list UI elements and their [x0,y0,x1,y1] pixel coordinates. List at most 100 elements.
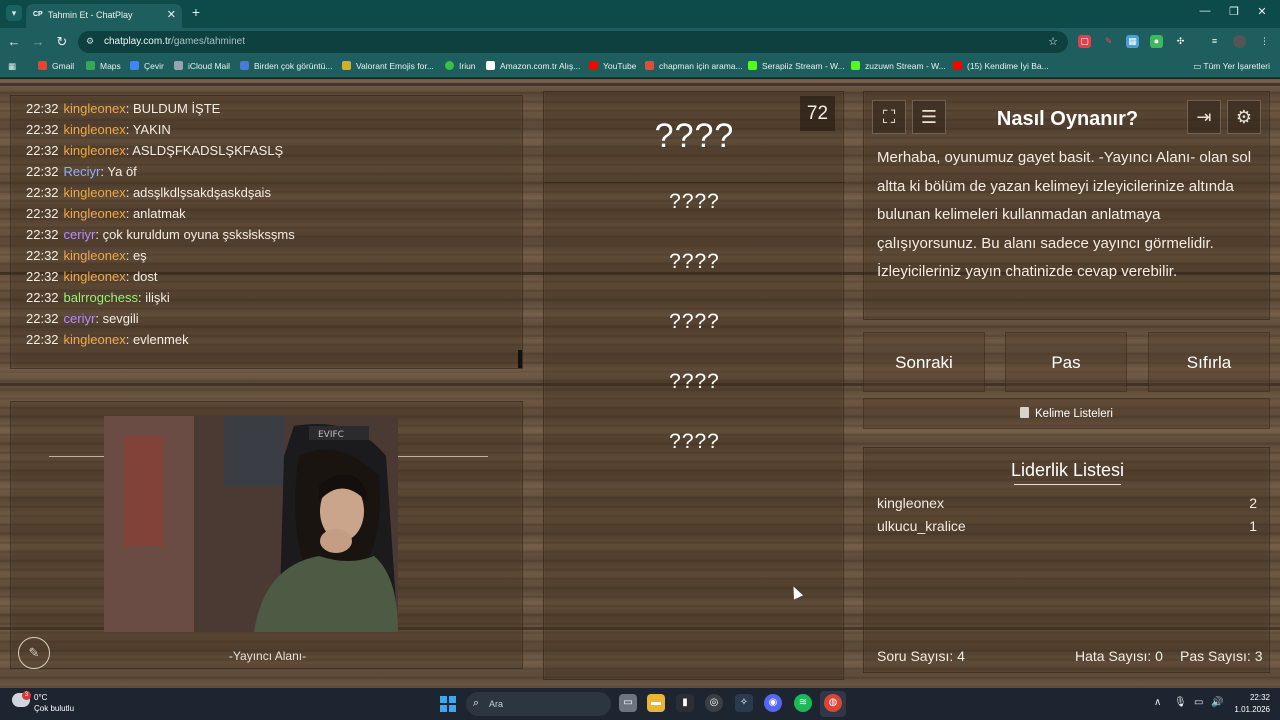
word-lists-button[interactable]: Kelime Listeleri [863,398,1270,429]
streamer-area-panel: EVIFC ✎ -Yayıncı Alanı- [10,401,523,669]
settings-gear-icon[interactable]: ⚙ [1227,100,1261,134]
bookmark-star-icon[interactable]: ☆ [1048,35,1058,48]
task-view-icon[interactable]: ▭ [619,694,637,712]
bookmark-maps[interactable]: Maps [86,61,121,75]
spotify-icon[interactable]: ≋ [794,694,812,712]
bookmark-iriun[interactable]: Iriun [445,61,476,75]
toolbar: ← → ↻ ⚙ chatplay.com.tr/games/tahminet ☆… [0,28,1280,56]
bookmark-translate[interactable]: Çevir [130,61,164,75]
apple-icon [174,61,183,70]
menu-dots-icon[interactable]: ⋮ [1258,35,1271,48]
extension-green-icon[interactable]: ● [1150,35,1163,48]
search-icon: ⌕ [473,697,480,709]
tab-strip: ▾ CP Tahmin Et - ChatPlay ✕ + — ❐ ✕ [0,0,1280,28]
obs-icon[interactable]: ◎ [705,694,723,712]
chrome-icon[interactable]: ◍ [824,694,842,712]
tray-chevron-icon[interactable]: ∧ [1154,697,1161,708]
windows-start-icon[interactable] [440,696,456,712]
next-button[interactable]: Sonraki [863,332,985,392]
steam-icon[interactable]: ✧ [735,694,753,712]
reset-button[interactable]: Sıfırla [1148,332,1270,392]
file-explorer-icon[interactable]: ▬ [647,694,665,712]
chat-message: 22:32 Reciyr: Ya öf [26,164,137,179]
divider-line [398,456,488,457]
iriun-icon [445,61,454,70]
leaderboard-panel: Liderlik Listesi kingleonex 2 ulkucu_kra… [863,447,1270,673]
extensions-puzzle-icon[interactable]: ✣ [1174,35,1187,48]
bookmark-youtube-video[interactable]: (15) Kendime İyi Ba... [953,61,1049,75]
chat-message: 22:32 kingleonex: anlatmak [26,206,186,221]
bookmark-serapiiz[interactable]: Serapiiz Stream - W... [748,61,845,75]
tab-search-icon[interactable]: ▾ [6,5,22,21]
chat-message: 22:32 kingleonex: adsşlkdlşsakdşaskdşais [26,185,271,200]
svg-text:EVIFC: EVIFC [318,430,344,440]
extension-grid-icon[interactable]: ▦ [1126,35,1139,48]
how-to-play-panel: ⛶ ☰ Nasıl Oynanır? ⇥ ⚙ Merhaba, oyunumuz… [863,91,1270,320]
back-icon[interactable]: ← [6,34,22,50]
media-icon[interactable]: ≡ [1208,35,1221,48]
translate-icon [130,61,139,70]
restore-icon[interactable]: ❐ [1224,5,1244,18]
audio-app-icon[interactable]: ▮ [676,694,694,712]
network-icon[interactable]: ▭ [1194,697,1203,708]
player-score: 2 [1249,495,1257,511]
bookmark-icloud[interactable]: iCloud Mail [174,61,230,75]
bookmark-chapman[interactable]: chapman için arama... [645,61,743,75]
search-placeholder: Ara [489,699,504,709]
gmail-icon [38,61,47,70]
volume-icon[interactable]: 🔊 [1211,697,1223,708]
profile-avatar[interactable] [1233,35,1246,48]
valorant-icon [342,61,351,70]
error-count: Hata Sayısı: 0 [1075,648,1163,664]
player-name: kingleonex [877,495,944,511]
forward-icon[interactable]: → [30,34,46,50]
window-close-icon[interactable]: ✕ [1252,5,1272,18]
chat-message: 22:32 kingleonex: dost [26,269,158,284]
bookmark-youtube[interactable]: YouTube [589,61,636,75]
forbidden-word: ???? [669,430,720,453]
pass-button[interactable]: Pas [1005,332,1127,392]
multi-view-icon [240,61,249,70]
tab-close-icon[interactable]: ✕ [167,8,176,21]
site-info-icon[interactable]: ⚙ [86,36,98,48]
minimize-icon[interactable]: — [1195,5,1215,17]
clock-date[interactable]: 1.01.2026 [1234,705,1270,714]
bookmark-valorant[interactable]: Valorant Emojis for... [342,61,434,75]
forbidden-word: ???? [669,310,720,333]
extension-pin-icon[interactable]: ✎ [1102,35,1115,48]
weather-description[interactable]: Çok bulutlu [34,704,74,713]
question-count: Soru Sayısı: 4 [877,648,965,664]
amazon-icon [486,61,495,70]
reload-icon[interactable]: ↻ [54,34,70,50]
player-score: 1 [1249,518,1257,534]
address-bar[interactable]: ⚙ chatplay.com.tr/games/tahminet ☆ [78,31,1068,53]
microphone-icon[interactable]: 🎙 [1174,697,1187,708]
chat-scrollbar[interactable] [518,350,522,368]
bookmark-amazon[interactable]: Amazon.com.tr Alış... [486,61,580,75]
tab-active[interactable]: CP Tahmin Et - ChatPlay ✕ [26,4,182,28]
bookmark-multi-view[interactable]: Birden çok görüntü... [240,61,332,75]
player-name: ulkucu_kralice [877,518,966,534]
bookmark-zuzuwn[interactable]: zuzuwn Stream - W... [851,61,946,75]
all-bookmarks[interactable]: ▭ Tüm Yer İşaretleri [1193,61,1270,72]
maps-icon [86,61,95,70]
notification-badge: 3 [22,691,31,700]
taskbar-search[interactable]: ⌕ Ara [466,692,611,716]
streamer-area-label: -Yayıncı Alanı- [228,649,307,663]
chat-message: 22:32 balrrogchess: ilişki [26,290,170,305]
clock-time[interactable]: 22:32 [1250,693,1270,702]
folder-icon: ▭ [1193,61,1204,71]
url-text: chatplay.com.tr/games/tahminet [104,36,245,47]
bookmark-gmail[interactable]: Gmail [38,61,74,75]
exit-icon[interactable]: ⇥ [1187,100,1221,134]
discord-icon[interactable]: ◉ [764,694,782,712]
apps-grid-icon[interactable]: ▦ [8,61,16,75]
kick-icon [851,61,860,70]
leaderboard-row: kingleonex 2 [877,495,1257,511]
forbidden-word: ???? [669,190,720,213]
extension-shield-icon[interactable]: ▢ [1078,35,1091,48]
weather-temperature[interactable]: 0°C [34,693,47,702]
chat-message: 22:32 ceriyr: çok kuruldum oyuna şsksłsks… [26,227,295,242]
chat-message: 22:32 kingleonex: evlenmek [26,332,189,347]
new-tab-icon[interactable]: + [189,4,203,20]
